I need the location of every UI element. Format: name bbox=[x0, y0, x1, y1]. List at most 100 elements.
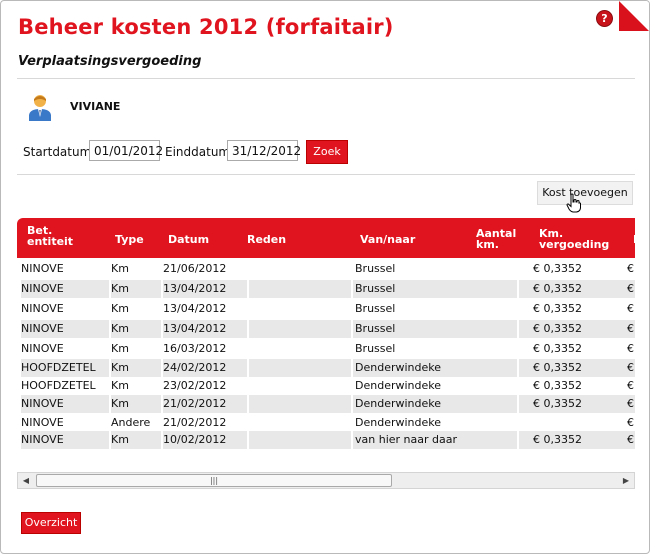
cell-type: Km bbox=[111, 395, 161, 413]
cell-type: Andere bbox=[111, 416, 151, 429]
cell-datum: 13/04/2012 bbox=[163, 320, 247, 338]
cell-vergoeding: € 0,3352 bbox=[519, 431, 635, 449]
table-row[interactable]: HOOFDZETEL Km 23/02/2012 Denderwindeke € 0,3… bbox=[17, 377, 635, 395]
cell-entiteit: NINOVE bbox=[21, 342, 64, 355]
scroll-left-icon[interactable]: ◀ bbox=[18, 473, 34, 488]
col-header-extra[interactable]: E bbox=[633, 234, 635, 245]
cell-extra: € bbox=[627, 416, 634, 429]
cell-van-naar: Denderwindeke bbox=[353, 359, 471, 377]
overview-button[interactable]: Overzicht bbox=[21, 512, 81, 534]
cell-datum: 24/02/2012 bbox=[163, 359, 247, 377]
table-row[interactable]: NINOVE Km 13/04/2012 Brussel € 0,3352 € bbox=[17, 280, 635, 298]
col-header-van-naar[interactable]: Van/naar bbox=[360, 234, 415, 245]
cell-entiteit: NINOVE bbox=[21, 302, 64, 315]
col-header-aantal[interactable]: Aantal km. bbox=[476, 228, 516, 250]
cell-reden bbox=[249, 340, 351, 358]
cell-aantal bbox=[471, 280, 517, 298]
cell-vergoeding: € 0,3352 bbox=[519, 395, 635, 413]
cell-type: Km bbox=[111, 262, 129, 275]
cell-van-naar: Denderwindeke bbox=[355, 416, 442, 429]
page-title: Beheer kosten 2012 (forfaitair) bbox=[18, 15, 394, 39]
cell-van-naar: Brussel bbox=[353, 280, 471, 298]
cell-type: Km bbox=[111, 280, 161, 298]
cell-extra: € bbox=[627, 302, 634, 315]
col-header-type[interactable]: Type bbox=[115, 234, 144, 245]
cell-entiteit: HOOFDZETEL bbox=[21, 379, 96, 392]
col-header-km-vergoeding[interactable]: Km. vergoeding bbox=[539, 228, 609, 250]
scrollbar-thumb[interactable]: ||| bbox=[36, 474, 392, 487]
cell-reden bbox=[249, 431, 351, 449]
cell-extra: € bbox=[627, 262, 634, 275]
table-row[interactable]: NINOVE Km 13/04/2012 Brussel € 0,3352 € bbox=[17, 300, 635, 318]
user-avatar-icon bbox=[29, 95, 51, 121]
cell-reden bbox=[249, 300, 351, 318]
cell-datum: 13/04/2012 bbox=[163, 302, 227, 315]
cell-aantal bbox=[471, 260, 517, 278]
header-label: km. bbox=[476, 238, 499, 251]
cell-aantal bbox=[471, 395, 517, 413]
cell-type: Km bbox=[111, 302, 129, 315]
cell-aantal bbox=[471, 431, 517, 449]
page-corner-icon bbox=[619, 1, 649, 31]
cell-aantal bbox=[471, 320, 517, 338]
table-row[interactable]: HOOFDZETEL Km 24/02/2012 Denderwindeke € 0,3… bbox=[17, 359, 635, 377]
col-header-entiteit[interactable]: Bet. entiteit bbox=[27, 225, 73, 247]
table-row[interactable]: NINOVE Km 21/06/2012 Brussel € 0,3352 € bbox=[17, 260, 635, 278]
table-header: Bet. entiteit Type Datum Reden Van/naar … bbox=[17, 218, 635, 258]
header-label: vergoeding bbox=[539, 238, 610, 251]
add-cost-button[interactable]: Kost toevoegen bbox=[537, 181, 633, 205]
cell-reden bbox=[249, 395, 351, 413]
costs-table: Bet. entiteit Type Datum Reden Van/naar … bbox=[17, 218, 635, 451]
divider bbox=[17, 78, 635, 79]
help-icon[interactable]: ? bbox=[597, 11, 612, 26]
col-header-datum[interactable]: Datum bbox=[168, 234, 209, 245]
table-row[interactable]: NINOVE Km 10/02/2012 van hier naar daar € 0,… bbox=[17, 431, 635, 449]
cell-datum: 21/02/2012 bbox=[163, 416, 227, 429]
horizontal-scrollbar[interactable]: ◀ ||| ▶ bbox=[17, 472, 635, 489]
search-button[interactable]: Zoek bbox=[306, 140, 348, 164]
table-row[interactable]: NINOVE Andere 21/02/2012 Denderwindeke € bbox=[17, 414, 635, 432]
cell-extra: € bbox=[625, 395, 635, 413]
cell-van-naar: Brussel bbox=[355, 262, 396, 275]
table-row[interactable]: NINOVE Km 21/02/2012 Denderwindeke € 0,3352 € bbox=[17, 395, 635, 413]
cell-reden bbox=[249, 414, 351, 432]
table-row[interactable]: NINOVE Km 16/03/2012 Brussel € 0,3352 € bbox=[17, 340, 635, 358]
cell-type: Km bbox=[111, 431, 161, 449]
cell-reden bbox=[249, 280, 351, 298]
cell-reden bbox=[249, 359, 351, 377]
cell-type: Km bbox=[111, 320, 161, 338]
cell-extra: € bbox=[627, 342, 634, 355]
col-header-reden[interactable]: Reden bbox=[247, 234, 286, 245]
cell-vergoeding: € 0,3352 bbox=[533, 302, 582, 315]
cell-reden bbox=[249, 320, 351, 338]
start-date-label: Startdatum bbox=[23, 145, 92, 159]
cell-van-naar: Brussel bbox=[355, 342, 396, 355]
cell-datum: 13/04/2012 bbox=[163, 280, 247, 298]
cell-extra: € bbox=[625, 280, 635, 298]
cell-datum: 10/02/2012 bbox=[163, 431, 247, 449]
cell-entiteit: NINOVE bbox=[21, 416, 64, 429]
end-date-label: Einddatum bbox=[165, 145, 231, 159]
cell-van-naar: Brussel bbox=[355, 302, 396, 315]
scroll-right-icon[interactable]: ▶ bbox=[618, 473, 634, 488]
cell-datum: 16/03/2012 bbox=[163, 342, 227, 355]
cell-aantal bbox=[471, 359, 517, 377]
cell-entiteit: HOOFDZETEL bbox=[21, 359, 109, 377]
cell-extra: € bbox=[625, 431, 635, 449]
cell-reden bbox=[249, 377, 351, 395]
cell-van-naar: van hier naar daar bbox=[353, 431, 471, 449]
cell-type: Km bbox=[111, 379, 129, 392]
start-date-input[interactable]: 01/01/2012 bbox=[89, 140, 163, 161]
table-row[interactable]: NINOVE Km 13/04/2012 Brussel € 0,3352 € bbox=[17, 320, 635, 338]
end-date-input[interactable]: 31/12/2012 bbox=[227, 140, 301, 161]
hand-cursor-icon bbox=[566, 193, 581, 213]
cell-vergoeding bbox=[519, 414, 635, 432]
cell-aantal bbox=[471, 377, 517, 395]
cell-vergoeding: € 0,3352 bbox=[519, 280, 635, 298]
cell-datum: 21/02/2012 bbox=[163, 395, 247, 413]
cell-entiteit: NINOVE bbox=[21, 262, 64, 275]
cell-type: Km bbox=[111, 359, 161, 377]
divider bbox=[17, 174, 635, 175]
user-name: VIVIANE bbox=[70, 100, 121, 113]
cell-aantal bbox=[471, 300, 517, 318]
